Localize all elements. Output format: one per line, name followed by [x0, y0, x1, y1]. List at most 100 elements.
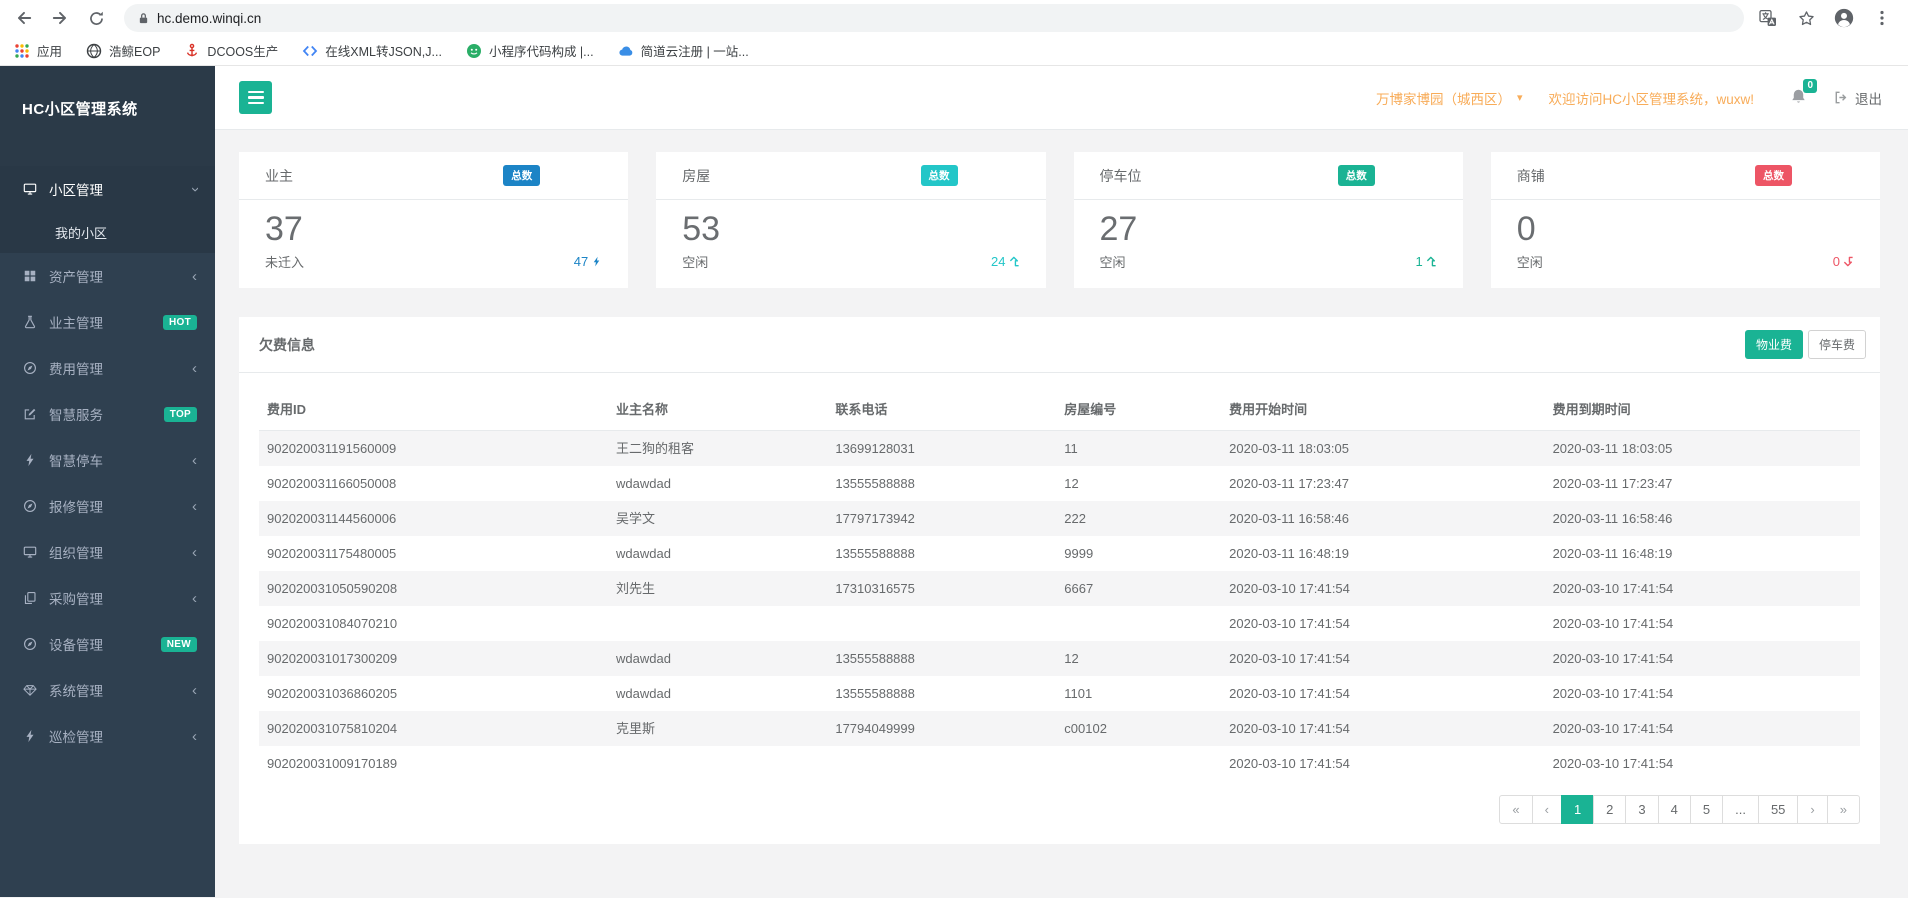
pagination-page[interactable]: 2: [1593, 795, 1626, 824]
bolt-icon: [22, 453, 37, 468]
reload-icon[interactable]: [84, 6, 108, 30]
table-cell: 2020-03-11 16:58:46: [1221, 501, 1544, 536]
stat-card-sublabel: 空闲: [1100, 252, 1126, 271]
bookmark-item[interactable]: 小程序代码构成 |...: [466, 41, 594, 60]
sidebar-group: 费用管理‹: [0, 345, 215, 391]
grid-icon: [22, 269, 37, 284]
bookmark-item[interactable]: DCOOS生产: [184, 41, 278, 60]
table-cell: 902020031009170189: [259, 746, 608, 781]
fee-column-header: 联系电话: [827, 387, 1056, 431]
bookmark-label: 在线XML转JSON,J...: [325, 41, 442, 60]
sidebar-item-12[interactable]: 巡检管理‹: [0, 713, 215, 759]
sidebar-item-label: 小区管理: [49, 179, 103, 199]
sidebar-toggle-button[interactable]: [239, 81, 272, 114]
pagination-page[interactable]: 3: [1625, 795, 1658, 824]
stat-card-sublabel: 未迁入: [265, 252, 304, 271]
pagination-arrow[interactable]: »: [1827, 795, 1860, 824]
table-row: 902020031075810204克里斯17794049999c0010220…: [259, 711, 1860, 746]
sidebar-item-8[interactable]: 组织管理‹: [0, 529, 215, 575]
pagination-arrow[interactable]: «: [1499, 795, 1532, 824]
pagination-page[interactable]: 5: [1690, 795, 1723, 824]
bookmark-label: 浩鲸EOP: [109, 41, 160, 60]
pagination-page[interactable]: ...: [1722, 795, 1759, 824]
table-cell: 11: [1056, 431, 1221, 467]
stat-card-subvalue: 1: [1416, 254, 1437, 269]
sidebar-subitem-我的小区[interactable]: 我的小区: [0, 212, 215, 253]
fee-type-button-2[interactable]: 停车费: [1808, 330, 1866, 359]
table-cell: 17794049999: [827, 711, 1056, 746]
pagination-page[interactable]: 4: [1658, 795, 1691, 824]
sidebar-item-label: 采购管理: [49, 588, 103, 608]
bookmark-star-icon[interactable]: [1796, 8, 1816, 28]
profile-avatar-icon[interactable]: [1834, 8, 1854, 28]
table-cell: 2020-03-10 17:41:54: [1545, 606, 1860, 641]
browser-menu-dots-icon[interactable]: [1872, 8, 1892, 28]
fee-column-header: 房屋编号: [1056, 387, 1221, 431]
bookmark-item[interactable]: 在线XML转JSON,J...: [302, 41, 442, 60]
stat-card-subvalue-number: 24: [991, 254, 1005, 269]
bookmark-label: 小程序代码构成 |...: [489, 41, 594, 60]
chevron-left-icon: ‹: [192, 591, 197, 606]
apps-grid-icon: [14, 43, 30, 59]
sidebar-item-10[interactable]: 设备管理NEW: [0, 621, 215, 667]
sidebar-item-9[interactable]: 采购管理 ‹: [0, 575, 215, 621]
sidebar-item-label: 费用管理: [49, 358, 103, 378]
sidebar-item-7[interactable]: 报修管理 ‹: [0, 483, 215, 529]
bookmark-item[interactable]: 简道云注册 | 一站...: [618, 41, 749, 60]
table-cell: 克里斯: [608, 711, 827, 746]
sidebar-item-3[interactable]: 业主管理HOT: [0, 299, 215, 345]
welcome-text: 欢迎访问HC小区管理系统，wuxw!: [1548, 88, 1754, 108]
table-cell: 2020-03-10 17:41:54: [1221, 746, 1544, 781]
logout-button[interactable]: 退出: [1833, 88, 1882, 108]
bookmark-item[interactable]: 浩鲸EOP: [86, 41, 160, 60]
stat-card-subvalue-number: 0: [1833, 254, 1840, 269]
sidebar-item-11[interactable]: 系统管理‹: [0, 667, 215, 713]
translate-icon[interactable]: [1758, 8, 1778, 28]
chevron-left-icon: ‹: [192, 499, 197, 514]
screen: hc.demo.winqi.cn 应用 浩鲸EOP DCOOS生产 在线XML转JSO…: [0, 0, 1908, 898]
url-bar[interactable]: hc.demo.winqi.cn: [124, 4, 1744, 32]
table-cell: 902020031166050008: [259, 466, 608, 501]
table-cell: 2020-03-11 17:23:47: [1221, 466, 1544, 501]
notification-bell-icon[interactable]: 0: [1790, 88, 1807, 108]
stat-card-head: 房屋总数: [656, 152, 1045, 200]
table-cell: 12: [1056, 466, 1221, 501]
url-text: hc.demo.winqi.cn: [157, 11, 261, 26]
table-cell: 902020031175480005: [259, 536, 608, 571]
bookmark-item[interactable]: 应用: [14, 41, 62, 60]
sidebar-item-1[interactable]: 小区管理‹: [0, 166, 215, 212]
sidebar-item-label: 资产管理: [49, 266, 103, 286]
community-selector-label: 万博家博园（城西区）: [1376, 88, 1511, 108]
fee-type-button-1[interactable]: 物业费: [1745, 330, 1803, 359]
logout-label: 退出: [1855, 88, 1882, 108]
sidebar-item-6[interactable]: 智慧停车‹: [0, 437, 215, 483]
table-cell: 2020-03-10 17:41:54: [1221, 606, 1544, 641]
bolt-icon: [591, 256, 602, 267]
pagination-page[interactable]: 55: [1758, 795, 1798, 824]
app-logo: HC小区管理系统: [0, 66, 215, 166]
table-cell: wdawdad: [608, 466, 827, 501]
stat-card-value: 53: [656, 200, 1045, 248]
sidebar-item-5[interactable]: 智慧服务TOP: [0, 391, 215, 437]
back-icon[interactable]: [12, 6, 36, 30]
pagination-arrow[interactable]: ‹: [1532, 795, 1562, 824]
sidebar-item-2[interactable]: 资产管理‹: [0, 253, 215, 299]
bookmark-label: 应用: [37, 41, 62, 60]
cloud-favicon-icon: [618, 43, 634, 59]
table-cell: 9999: [1056, 536, 1221, 571]
table-cell: 1101: [1056, 676, 1221, 711]
forward-icon[interactable]: [48, 6, 72, 30]
fee-panel-title: 欠费信息: [259, 335, 315, 355]
stat-card-subrow: 空闲 1: [1074, 248, 1463, 271]
sidebar-item-4[interactable]: 费用管理‹: [0, 345, 215, 391]
table-row: 902020031050590208刘先生1731031657566672020…: [259, 571, 1860, 606]
pagination-arrow[interactable]: ›: [1797, 795, 1827, 824]
sidebar: HC小区管理系统 小区管理‹我的小区资产管理‹业主管理HOT费用管理‹智慧服务T…: [0, 66, 215, 897]
pagination-page[interactable]: 1: [1561, 795, 1594, 824]
table-cell: [1056, 606, 1221, 641]
stat-card-head: 停车位总数: [1074, 152, 1463, 200]
community-selector[interactable]: 万博家博园（城西区） ▾: [1376, 88, 1523, 108]
table-cell: 2020-03-10 17:41:54: [1545, 676, 1860, 711]
table-cell: wdawdad: [608, 676, 827, 711]
sidebar-item-label: 报修管理: [49, 496, 103, 516]
